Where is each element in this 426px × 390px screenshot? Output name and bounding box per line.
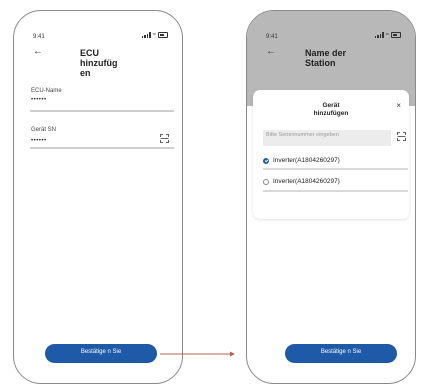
wifi-icon: ≈ — [385, 32, 389, 38]
checkbox-unchecked-icon[interactable] — [263, 178, 269, 185]
ecu-name-underline — [30, 110, 174, 112]
back-arrow-icon[interactable]: ← — [33, 47, 43, 57]
ecu-name-label: ECU-Name — [31, 88, 62, 94]
scan-icon[interactable] — [160, 134, 169, 143]
battery-icon — [391, 32, 401, 38]
battery-icon — [158, 32, 168, 38]
back-arrow-icon[interactable]: ← — [266, 47, 276, 57]
serial-number-input[interactable]: Bitte Seriennummer eingeben — [263, 130, 391, 146]
confirm-button[interactable]: Bestätige n Sie — [45, 344, 157, 363]
page-title: Name der Station — [305, 48, 347, 68]
wifi-icon: ≈ — [152, 32, 156, 38]
phone-ecu-hinzufuegen: 9:41 ≈ ← ECU hinzufüg en ECU-Name ••••••… — [13, 10, 183, 384]
status-icons: ≈ — [141, 32, 168, 38]
close-icon[interactable]: × — [396, 102, 401, 110]
device-divider — [263, 168, 408, 170]
status-time: 9:41 — [33, 34, 45, 40]
geraet-sn-input[interactable]: •••••• — [31, 138, 47, 144]
scan-icon[interactable] — [397, 132, 406, 141]
device-item[interactable]: Inverter(A1804260297) — [263, 178, 340, 185]
modal-title: Gerät hinzufügen — [313, 102, 349, 117]
status-time: 9:41 — [266, 34, 278, 40]
signal-icon — [141, 32, 151, 38]
device-label: Inverter(A1804260297) — [273, 157, 340, 164]
flow-arrow-icon — [160, 351, 235, 357]
geraet-sn-underline — [30, 147, 174, 149]
phone-geraet-hinzufuegen: 9:41 ≈ ← Name der Station Gerät hinzufüg… — [246, 10, 416, 384]
geraet-sn-label: Gerät SN — [31, 127, 57, 133]
device-label: Inverter(A1804260297) — [273, 178, 340, 185]
ecu-name-input[interactable]: •••••• — [31, 97, 47, 103]
page-title: ECU hinzufüg en — [80, 48, 118, 78]
checkbox-checked-icon[interactable] — [263, 157, 269, 164]
signal-icon — [374, 32, 384, 38]
device-item[interactable]: Inverter(A1804260297) — [263, 157, 340, 164]
status-icons: ≈ — [374, 32, 401, 38]
add-device-modal: Gerät hinzufügen × Bitte Seriennummer ei… — [253, 90, 409, 219]
confirm-button[interactable]: Bestätige n Sie — [285, 344, 397, 363]
device-divider — [263, 190, 408, 192]
